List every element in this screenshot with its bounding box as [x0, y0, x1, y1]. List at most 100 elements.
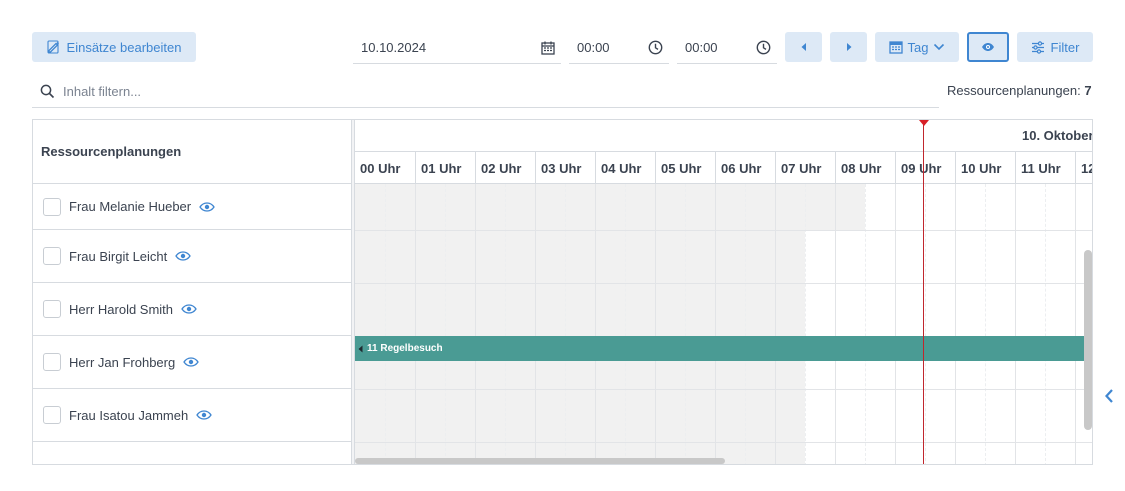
resource-row[interactable]: Frau Isatou Jammeh [33, 389, 351, 442]
row-checkbox[interactable] [43, 300, 61, 318]
chevron-left-icon [1105, 389, 1113, 403]
eye-icon[interactable] [181, 304, 197, 314]
hour-gridline [655, 184, 656, 464]
current-time-marker [919, 120, 929, 126]
half-hour-gridline [625, 184, 626, 464]
resource-row[interactable]: Herr Jan Frohberg [33, 336, 351, 389]
resource-count-value: 7 [1084, 83, 1092, 98]
chevron-down-icon [934, 43, 945, 51]
search-input[interactable] [63, 84, 663, 99]
view-mode-label: Tag [907, 39, 929, 55]
resource-row[interactable]: Frau Birgit Leicht [33, 230, 351, 283]
row-checkbox[interactable] [43, 247, 61, 265]
hour-gridline [1075, 184, 1076, 464]
schedule-body[interactable]: 11 Regelbesuch [355, 184, 1092, 464]
hour-gridline [415, 184, 416, 464]
sliders-icon [1031, 40, 1044, 54]
row-gridline [355, 283, 1092, 284]
date-value: 10.10.2024 [361, 40, 427, 55]
hour-label: 05 Uhr [655, 152, 715, 184]
half-hour-gridline [505, 184, 506, 464]
filter-label: Filter [1050, 39, 1080, 55]
clock-icon[interactable] [648, 40, 663, 55]
appointment-label: 11 Regelbesuch [367, 343, 443, 354]
half-hour-gridline [685, 184, 686, 464]
appointment-bar[interactable]: 11 Regelbesuch [355, 336, 1092, 361]
edit-assignments-label: Einsätze bearbeiten [66, 39, 182, 55]
row-checkbox[interactable] [43, 197, 61, 216]
row-gridline [355, 230, 1092, 231]
caret-left-icon [358, 345, 363, 352]
resource-row[interactable]: Frau Melanie Hueber [33, 184, 351, 230]
resource-column-header: Ressourcenplanungen [33, 120, 351, 184]
next-day-button[interactable] [830, 32, 867, 62]
hour-label: 09 Uhr [895, 152, 955, 184]
eye-icon[interactable] [175, 251, 192, 261]
row-checkbox[interactable] [43, 406, 61, 424]
edit-assignments-button[interactable]: Einsätze bearbeiten [32, 32, 196, 62]
half-hour-gridline [385, 184, 386, 464]
hour-label: 07 Uhr [775, 152, 835, 184]
eye-icon [982, 43, 994, 51]
half-hour-gridline [1045, 184, 1046, 464]
timeline: 10. Oktober 00 Uhr 01 Uhr 02 Uhr 03 Uhr … [355, 120, 1093, 464]
resource-count: Ressourcenplanungen: 7 [947, 83, 1092, 98]
caret-left-icon [801, 43, 806, 51]
row-gridline [355, 389, 1092, 390]
date-field[interactable]: 10.10.2024 [353, 32, 561, 64]
eye-icon[interactable] [196, 410, 213, 420]
search-bar [32, 76, 939, 108]
visibility-toggle-button[interactable] [967, 32, 1009, 62]
resource-name: Frau Isatou Jammeh [69, 407, 189, 423]
half-hour-gridline [865, 184, 866, 464]
collapse-panel-button[interactable] [1101, 386, 1117, 406]
hour-gridline [895, 184, 896, 464]
hour-label: 00 Uhr [360, 160, 401, 176]
view-mode-dropdown[interactable]: Tag [875, 32, 959, 62]
hour-gridline [475, 184, 476, 464]
hour-gridline [775, 184, 776, 464]
hour-label: 01 Uhr [415, 152, 475, 184]
resource-name: Herr Harold Smith [69, 301, 174, 317]
hour-label: 10 Uhr [955, 152, 1015, 184]
hour-label: 11 Uhr [1015, 152, 1075, 184]
hour-gridline [715, 184, 716, 464]
clock-icon[interactable] [756, 40, 771, 55]
resource-count-label: Ressourcenplanungen: [947, 83, 1081, 98]
caret-right-icon [846, 43, 851, 51]
eye-icon[interactable] [183, 357, 200, 367]
hour-label: 12 Uhr [1075, 152, 1092, 184]
resource-name: Frau Melanie Hueber [69, 199, 192, 214]
calendar-icon[interactable] [541, 41, 555, 55]
half-hour-gridline [805, 184, 806, 464]
date-header-label: 10. Oktober [1022, 128, 1093, 143]
resource-schedule-grid: Ressourcenplanungen Frau Melanie Hueber … [32, 119, 1093, 465]
filter-button[interactable]: Filter [1017, 32, 1093, 62]
half-hour-gridline [445, 184, 446, 464]
hour-label: 02 Uhr [475, 152, 535, 184]
hour-label: 06 Uhr [715, 152, 775, 184]
previous-day-button[interactable] [785, 32, 822, 62]
row-checkbox[interactable] [43, 353, 61, 371]
date-header: 10. Oktober [355, 120, 1093, 152]
horizontal-scrollbar[interactable] [355, 458, 725, 464]
hour-label: 04 Uhr [595, 152, 655, 184]
hour-gridline [955, 184, 956, 464]
time-to-field[interactable]: 00:00 [677, 32, 777, 64]
hour-gridline [835, 184, 836, 464]
time-from-value: 00:00 [577, 40, 610, 55]
eye-icon[interactable] [199, 201, 215, 212]
half-hour-gridline [565, 184, 566, 464]
hour-gridline [535, 184, 536, 464]
resource-name: Herr Jan Frohberg [69, 354, 176, 370]
half-hour-gridline [745, 184, 746, 464]
hour-header: 00 Uhr 01 Uhr 02 Uhr 03 Uhr 04 Uhr 05 Uh… [355, 152, 1092, 184]
current-time-line [923, 120, 924, 464]
edit-icon [46, 40, 59, 54]
resource-name: Frau Birgit Leicht [69, 248, 168, 264]
vertical-scrollbar[interactable] [1084, 250, 1092, 430]
resource-row[interactable]: Herr Harold Smith [33, 283, 351, 336]
hour-gridline [1015, 184, 1016, 464]
search-icon [40, 84, 55, 99]
time-from-field[interactable]: 00:00 [569, 32, 669, 64]
